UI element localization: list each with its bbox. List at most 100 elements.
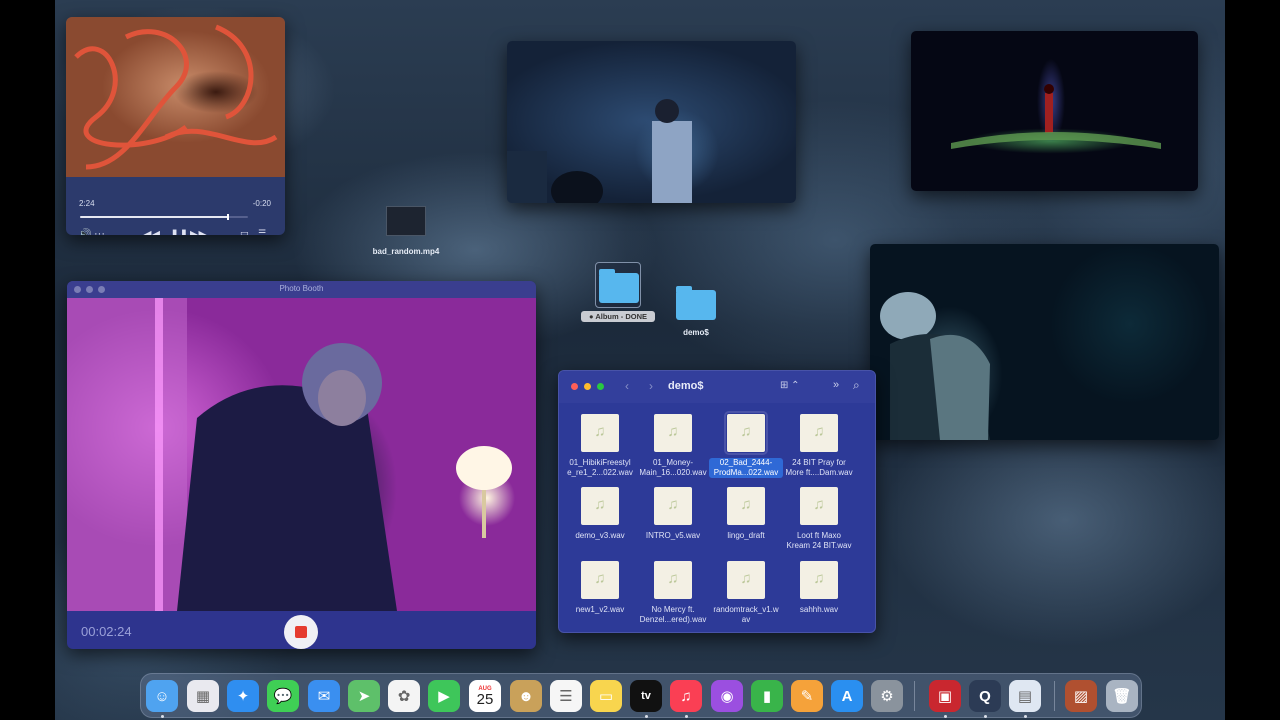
folder-album-label: ● Album - DONE	[581, 311, 655, 322]
app-store-icon[interactable]: A	[831, 680, 863, 712]
camera-preview	[67, 298, 536, 611]
remaining-time: -0:20	[252, 199, 271, 208]
finder-window[interactable]: ‹ › demo$ ⊞ ⌃ » ⌕ 01_HibikiFreestyle_re1…	[558, 370, 876, 633]
mail-icon[interactable]: ✉	[308, 680, 340, 712]
minimize-button[interactable]	[584, 383, 591, 390]
messages-icon[interactable]: 💬	[267, 680, 299, 712]
record-button[interactable]	[284, 615, 318, 649]
album-art-icon[interactable]: ▨	[1065, 680, 1097, 712]
more-toolbar-icon[interactable]: »	[833, 379, 839, 391]
file-item[interactable]: No Mercy ft.Denzel...ered).wav	[636, 561, 710, 625]
file-name: 24 BIT Pray for More ft....Dam.wav	[785, 458, 853, 477]
running-indicator	[685, 715, 688, 718]
desktop-folder-album[interactable]: ● Album - DONE	[581, 262, 655, 322]
file-item[interactable]: 24 BIT Pray forMore ft....Dam.wav	[782, 414, 856, 478]
audio-file-icon	[727, 561, 765, 599]
hooded-figure-icon	[880, 292, 990, 440]
safari-icon[interactable]: ✦	[227, 680, 259, 712]
photo-hooded-figure[interactable]	[870, 244, 1219, 440]
file-name: lingo_draft	[727, 531, 765, 540]
file-item[interactable]: 01_HibikiFreestyle_re1_2...022.wav	[563, 414, 637, 478]
file-name: sahhh.wav	[799, 605, 839, 614]
desktop-file-video[interactable]: bad_random.mp4	[366, 206, 446, 256]
file-item[interactable]: Loot ft MaxoKream 24 BIT.wav	[782, 487, 856, 551]
file-item[interactable]: 01_Money-Main_16...020.wav	[636, 414, 710, 478]
scrubber-knob[interactable]	[226, 214, 229, 220]
photo-concert[interactable]	[507, 41, 796, 203]
photos-icon[interactable]: ✿	[388, 680, 420, 712]
photo-booth-titlebar[interactable]: Photo Booth	[67, 281, 536, 298]
folder-album-text: Album - DONE	[595, 312, 647, 321]
numbers-icon[interactable]: ▮	[751, 680, 783, 712]
running-indicator	[645, 715, 648, 718]
graffiti-overlay-icon	[74, 24, 278, 170]
fast-forward-icon[interactable]: ▶▶	[190, 228, 207, 235]
playback-progress	[80, 216, 228, 218]
queue-icon[interactable]: ☰	[258, 228, 266, 235]
back-icon[interactable]: ‹	[625, 379, 629, 393]
folder-demo-label: demo$	[683, 328, 709, 337]
maps-icon[interactable]: ➤	[348, 680, 380, 712]
contacts-icon[interactable]: ☻	[510, 680, 542, 712]
file-name: 01_Money- Main_16...020.wav	[639, 458, 707, 477]
audio-file-icon	[581, 414, 619, 452]
photo-booth-icon[interactable]: ▣	[929, 680, 961, 712]
pages-icon[interactable]: ✎	[791, 680, 823, 712]
photo-stage-light[interactable]	[911, 31, 1198, 191]
photo-booth-window[interactable]: Photo Booth 00:02:24	[67, 281, 536, 649]
preview-icon[interactable]: ▤	[1009, 680, 1041, 712]
tv-label: tv	[641, 690, 651, 702]
facetime-icon[interactable]: ▶	[428, 680, 460, 712]
file-item[interactable]: randomtrack_v1.wav	[709, 561, 783, 625]
dock-separator	[914, 681, 915, 711]
recording-timer: 00:02:24	[81, 624, 132, 639]
photo-booth-title: Photo Booth	[279, 284, 324, 293]
desktop-folder-demo[interactable]: demo$	[673, 286, 719, 337]
podcasts-icon[interactable]: ◉	[711, 680, 743, 712]
file-item[interactable]: sahhh.wav	[782, 561, 856, 615]
search-icon[interactable]: ⌕	[853, 378, 860, 393]
file-name: 01_HibikiFreestyl e_re1_2...022.wav	[567, 458, 633, 477]
quicktime-icon[interactable]: Q	[969, 680, 1001, 712]
close-button[interactable]	[571, 383, 578, 390]
running-indicator	[984, 715, 987, 718]
lyrics-icon[interactable]: ▭	[240, 228, 249, 235]
pause-icon[interactable]: ❚❚	[170, 228, 188, 235]
audio-file-icon	[654, 561, 692, 599]
album-artwork	[66, 17, 285, 177]
file-name: 02_Bad_2444- ProdMa...022.wav	[709, 458, 783, 478]
calendar-icon[interactable]: AUG 25	[469, 680, 501, 712]
rewind-icon[interactable]: ◀◀	[143, 228, 160, 235]
elapsed-time: 2:24	[79, 199, 95, 208]
running-indicator	[1024, 715, 1027, 718]
video-thumbnail-icon	[386, 206, 426, 236]
view-options-icon[interactable]: ⊞ ⌃	[780, 380, 800, 391]
finder-title: demo$	[668, 380, 704, 392]
file-item[interactable]: 02_Bad_2444-ProdMa...022.wav	[709, 411, 783, 478]
music-mini-player[interactable]: 2:24 -0:20 🔊 ··· ◀◀ ❚❚ ▶▶ ▭ ☰	[66, 17, 285, 235]
audio-file-icon	[800, 414, 838, 452]
zoom-button[interactable]	[597, 383, 604, 390]
finder-toolbar[interactable]: ‹ › demo$ ⊞ ⌃ » ⌕	[559, 371, 875, 403]
notes-icon[interactable]: ▭	[590, 680, 622, 712]
trash-icon[interactable]: 🗑	[1106, 680, 1138, 712]
file-item[interactable]: lingo_draft	[709, 487, 783, 541]
playback-scrubber[interactable]	[80, 214, 248, 220]
file-item[interactable]: demo_v3.wav	[563, 487, 637, 541]
tv-icon[interactable]: tv	[630, 680, 662, 712]
file-item[interactable]: new1_v2.wav	[563, 561, 637, 615]
forward-icon[interactable]: ›	[649, 379, 653, 393]
file-item[interactable]: INTRO_v5.wav	[636, 487, 710, 541]
speaker-icon[interactable]: 🔊	[78, 228, 92, 235]
launchpad-icon[interactable]: ▦	[187, 680, 219, 712]
reminders-icon[interactable]: ☰	[550, 680, 582, 712]
file-name: randomtrack_v1.w av	[713, 605, 779, 624]
system-preferences-icon[interactable]: ⚙	[871, 680, 903, 712]
running-indicator	[944, 715, 947, 718]
ellipsis-icon[interactable]: ···	[94, 228, 105, 235]
music-icon[interactable]: ♫	[670, 680, 702, 712]
finder-icon[interactable]: ☺	[146, 680, 178, 712]
spotlight-figure-icon	[951, 84, 1161, 149]
screen: 2:24 -0:20 🔊 ··· ◀◀ ❚❚ ▶▶ ▭ ☰ bad_random…	[0, 0, 1280, 720]
running-indicator	[161, 715, 164, 718]
